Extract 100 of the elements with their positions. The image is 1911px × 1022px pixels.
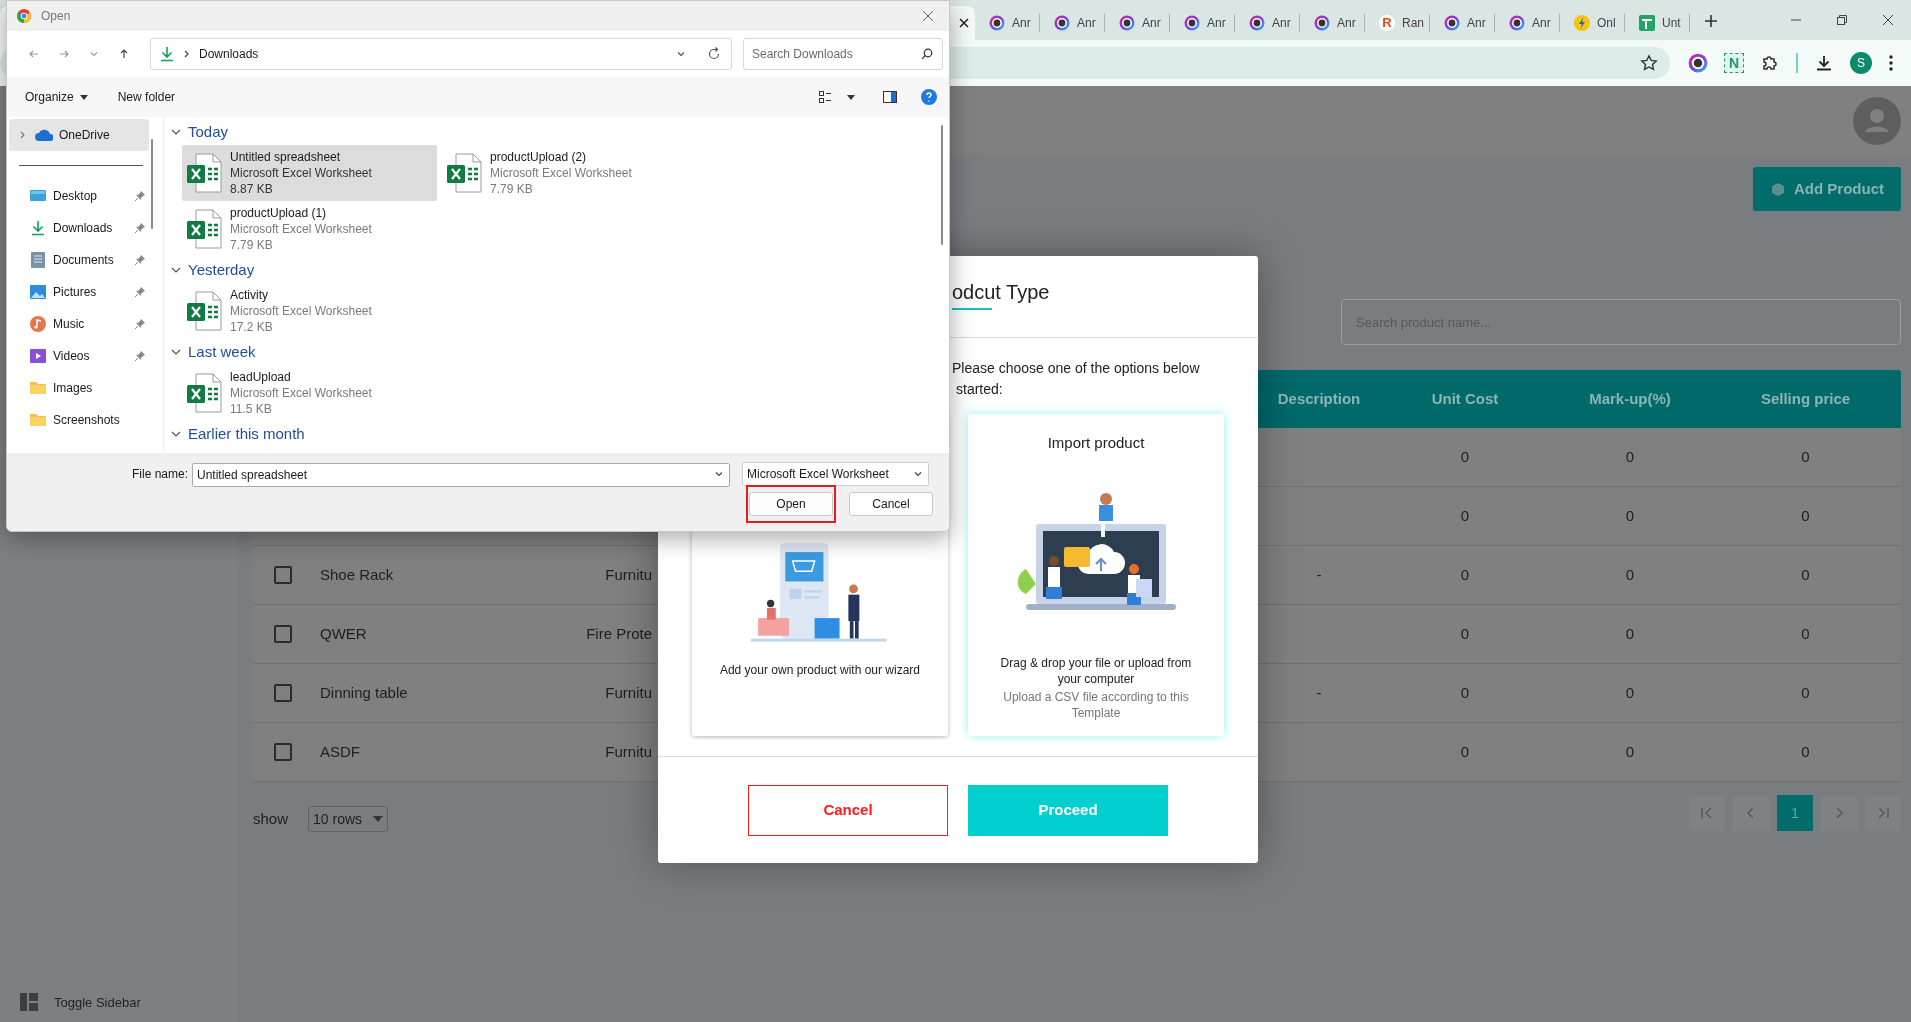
pin-icon[interactable] bbox=[135, 191, 145, 201]
file-item[interactable]: Activity Microsoft Excel Worksheet 17.2 KB bbox=[182, 283, 437, 339]
table-cell-text: ASDF bbox=[320, 741, 360, 762]
toggle-sidebar-link[interactable]: Toggle Sidebar bbox=[54, 992, 141, 1012]
nav-item[interactable]: Screenshots bbox=[9, 404, 149, 436]
nav-item[interactable]: Videos bbox=[9, 340, 149, 372]
browser-tab[interactable]: Anr bbox=[975, 14, 1040, 32]
new-tab-icon[interactable] bbox=[1704, 14, 1718, 28]
profile-avatar[interactable]: S bbox=[1850, 52, 1872, 74]
file-item[interactable]: productUpload (1) Microsoft Excel Worksheet 7.79 KB bbox=[182, 201, 437, 257]
file-type: Microsoft Excel Worksheet bbox=[490, 165, 632, 181]
file-name: Activity bbox=[230, 287, 269, 303]
browser-tab[interactable]: Anr bbox=[1430, 14, 1495, 32]
table-cell-text: 0 bbox=[1801, 564, 1810, 585]
preview-pane-icon[interactable] bbox=[883, 91, 897, 103]
puzzle-icon[interactable] bbox=[1760, 53, 1780, 73]
file-type-dropdown[interactable]: Microsoft Excel Worksheet bbox=[742, 462, 929, 486]
browser-tab[interactable]: Anr bbox=[1495, 14, 1560, 32]
nav-item[interactable]: Images bbox=[9, 372, 149, 404]
caret-down-icon[interactable] bbox=[847, 94, 855, 100]
breadcrumb[interactable]: Downloads bbox=[199, 45, 259, 63]
search-icon[interactable] bbox=[921, 48, 933, 60]
column-header: Unit Cost bbox=[1431, 388, 1499, 409]
tab-title: Anr bbox=[1077, 15, 1096, 32]
checkbox[interactable] bbox=[274, 684, 292, 702]
browser-tab[interactable]: Anr bbox=[1170, 14, 1235, 32]
option-card[interactable]: Import product Drag & drop your file or upload from your computer Upload a CSV file according to this Template bbox=[968, 414, 1224, 736]
rows-per-page-select[interactable]: 10 rows bbox=[308, 806, 389, 832]
pin-icon[interactable] bbox=[135, 287, 145, 297]
nav-item[interactable]: Downloads bbox=[9, 212, 149, 244]
menu-icon[interactable] bbox=[1888, 54, 1894, 72]
download-icon[interactable] bbox=[1814, 53, 1834, 73]
table-cell-text: Shoe Rack bbox=[320, 564, 394, 585]
file-type: Microsoft Excel Worksheet bbox=[230, 385, 372, 401]
star-icon[interactable] bbox=[1640, 54, 1658, 72]
organize-menu[interactable]: Organize bbox=[25, 88, 88, 106]
browser-tab[interactable]: Anr bbox=[1235, 14, 1300, 32]
browser-tab[interactable]: Anr bbox=[1105, 14, 1170, 32]
file-size: 7.79 KB bbox=[230, 237, 274, 253]
nav-item[interactable]: Desktop bbox=[9, 180, 149, 212]
table-cell-text: Fire Prote bbox=[586, 623, 652, 644]
scrollbar-thumb[interactable] bbox=[941, 125, 943, 245]
table-cell-text: Furnitu bbox=[605, 741, 652, 762]
checkbox[interactable] bbox=[274, 566, 292, 584]
browser-tab[interactable]: Unt bbox=[1625, 14, 1690, 32]
table-cell-text: 0 bbox=[1460, 564, 1470, 585]
group-header[interactable]: Today bbox=[170, 119, 949, 145]
table-cell-text: 0 bbox=[1801, 682, 1810, 703]
tab-title: Onl bbox=[1597, 15, 1616, 32]
group-header[interactable]: Last week bbox=[170, 339, 949, 365]
table-cell-text: - bbox=[1316, 564, 1322, 585]
lens-icon[interactable] bbox=[1688, 53, 1708, 73]
tab-title: Anr bbox=[1532, 15, 1551, 32]
file-name-field[interactable]: Untitled spreadsheet bbox=[192, 463, 730, 487]
refresh-icon[interactable] bbox=[707, 47, 721, 61]
checkbox[interactable] bbox=[274, 743, 292, 761]
help-icon[interactable] bbox=[921, 89, 937, 105]
file-item[interactable]: Untitled spreadsheet Microsoft Excel Worksheet 8.87 KB bbox=[182, 145, 437, 201]
tab-title: Anr bbox=[1337, 15, 1356, 32]
lens-icon bbox=[1054, 15, 1070, 31]
browser-tab[interactable]: Anr bbox=[1300, 14, 1365, 32]
browser-tab[interactable]: Onl bbox=[1560, 14, 1625, 32]
file-size: 8.87 KB bbox=[230, 181, 274, 197]
nav-item[interactable]: OneDrive bbox=[9, 119, 149, 151]
pin-icon[interactable] bbox=[135, 319, 145, 329]
excel-file-icon bbox=[446, 153, 482, 193]
browser-tab[interactable]: Anr bbox=[1040, 14, 1105, 32]
cancel-button[interactable]: Cancel bbox=[849, 492, 933, 516]
table-cell-text: - bbox=[1316, 682, 1322, 703]
pin-icon[interactable] bbox=[135, 223, 145, 233]
cancel-button[interactable]: Cancel bbox=[748, 785, 948, 836]
file-item[interactable]: productUpload (2) Microsoft Excel Worksheet 7.79 KB bbox=[442, 145, 697, 201]
column-header: Mark-up(%) bbox=[1589, 388, 1671, 409]
file-item[interactable]: leadUpload Microsoft Excel Worksheet 11.5 KB bbox=[182, 365, 437, 421]
search-field[interactable]: Search Downloads bbox=[743, 38, 943, 70]
nav-item[interactable]: Documents bbox=[9, 244, 149, 276]
checkbox[interactable] bbox=[274, 625, 292, 643]
group-header[interactable]: Yesterday bbox=[170, 257, 949, 283]
nav-item[interactable]: Music bbox=[9, 308, 149, 340]
file-size: 17.2 KB bbox=[230, 319, 274, 335]
scrollbar-thumb[interactable] bbox=[151, 139, 153, 229]
window-title: Open bbox=[41, 8, 71, 25]
sidebar-icon[interactable] bbox=[20, 993, 38, 1012]
table-cell-text: 0 bbox=[1460, 505, 1470, 526]
nav-item[interactable]: Pictures bbox=[9, 276, 149, 308]
address-field[interactable]: Downloads bbox=[150, 38, 732, 70]
intro-text: started: bbox=[955, 380, 1004, 399]
open-button[interactable]: Open bbox=[749, 492, 833, 516]
close-icon[interactable] bbox=[959, 18, 969, 28]
table-cell-text: 0 bbox=[1625, 564, 1635, 585]
browser-tab[interactable]: R Ran bbox=[1365, 14, 1430, 32]
table-cell-text: QWER bbox=[320, 623, 367, 644]
music-icon bbox=[29, 316, 47, 332]
pin-icon[interactable] bbox=[135, 351, 145, 361]
letter-logo: R bbox=[1379, 15, 1395, 31]
pin-icon[interactable] bbox=[135, 255, 145, 265]
new-folder-button[interactable]: New folder bbox=[117, 88, 176, 106]
bolt-icon bbox=[1574, 15, 1590, 31]
view-options-icon[interactable] bbox=[819, 91, 833, 103]
lens-icon bbox=[1509, 15, 1525, 31]
